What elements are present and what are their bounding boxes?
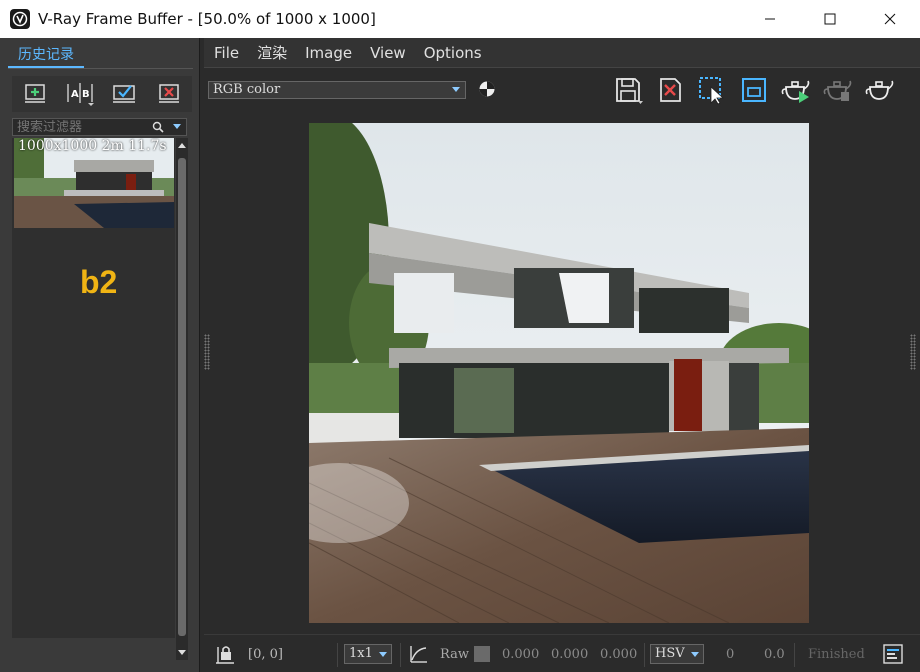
scroll-up-icon[interactable] <box>176 140 188 152</box>
save-image-button[interactable] <box>612 74 644 106</box>
separator <box>400 643 401 667</box>
frame-region-icon <box>742 78 766 102</box>
chevron-down-icon <box>690 652 699 657</box>
window-title: V-Ray Frame Buffer - [50.0% of 1000 x 10… <box>38 10 376 28</box>
history-toolbar: A B <box>12 76 192 112</box>
history-list: 1000x1000 2m 11.7s <box>12 138 175 638</box>
region-select-button[interactable] <box>696 74 728 106</box>
log-icon <box>883 644 903 664</box>
render-button[interactable] <box>780 74 812 106</box>
status-bar: [0, 0] 1x1 Raw 0.000 0.000 0.000 HSV 0 0… <box>204 634 920 672</box>
menu-render[interactable]: 渲染 <box>257 42 287 63</box>
menu-image[interactable]: Image <box>305 44 352 62</box>
ab-compare-button[interactable]: A B <box>65 79 95 109</box>
scroll-down-icon[interactable] <box>176 646 188 658</box>
menu-options[interactable]: Options <box>424 44 482 62</box>
history-panel: 历史记录 A B 搜索过滤器 1000x1000 2m 11.7s b2 <box>0 38 200 672</box>
sample-size-value: 1x1 <box>349 646 373 661</box>
s-value: 0.0 <box>764 646 785 662</box>
color-swatch <box>474 635 490 672</box>
left-panel-grip[interactable] <box>204 334 210 370</box>
save-icon <box>616 78 643 104</box>
separator <box>337 643 338 667</box>
title-bar: V-Ray Frame Buffer - [50.0% of 1000 x 10… <box>0 0 920 38</box>
remove-history-button[interactable] <box>154 79 184 109</box>
rendered-image <box>309 123 809 623</box>
channel-select-value: RGB color <box>213 82 281 97</box>
g-value: 0.000 <box>551 646 589 662</box>
close-icon <box>884 13 896 25</box>
load-history-button[interactable] <box>109 79 139 109</box>
r-value: 0.000 <box>502 646 540 662</box>
stop-render-button[interactable] <box>864 74 896 106</box>
filter-dropdown-icon[interactable] <box>172 123 182 131</box>
menu-file[interactable]: File <box>214 44 239 62</box>
save-to-history-button[interactable] <box>20 79 50 109</box>
ab-compare-icon: A B <box>67 83 94 106</box>
track-mouse-button[interactable] <box>738 74 770 106</box>
mono-mode-button[interactable] <box>478 80 496 98</box>
right-panel-grip[interactable] <box>910 334 916 370</box>
menu-bar: File 渲染 Image View Options <box>204 38 920 68</box>
maximize-icon <box>824 13 836 25</box>
color-space-select[interactable]: HSV <box>650 644 704 664</box>
separator <box>794 643 795 667</box>
delete-history-icon <box>158 84 179 103</box>
minimize-icon <box>765 18 775 20</box>
pixel-coords: [0, 0] <box>248 646 283 662</box>
maximize-button[interactable] <box>800 0 860 38</box>
log-button[interactable] <box>882 635 904 672</box>
history-item-label: 1000x1000 2m 11.7s <box>18 138 167 154</box>
interactive-render-button[interactable] <box>822 74 854 106</box>
render-preview <box>309 123 809 623</box>
lock-icon <box>216 646 234 664</box>
chevron-down-icon <box>452 87 460 92</box>
render-toolbar: RGB color <box>204 68 920 114</box>
clear-image-icon <box>660 78 681 102</box>
minimize-button[interactable] <box>740 0 800 38</box>
color-space-value: HSV <box>655 646 685 661</box>
render-status: Finished <box>808 646 865 662</box>
region-select-icon <box>699 77 725 105</box>
h-value: 0 <box>726 646 735 662</box>
history-filter-input[interactable] <box>13 119 143 135</box>
lock-coords-button[interactable] <box>214 635 236 672</box>
b-value: 0.000 <box>600 646 638 662</box>
vray-logo-icon <box>10 9 30 29</box>
render-actions <box>612 74 896 106</box>
channel-select[interactable]: RGB color <box>208 81 466 99</box>
mono-mode-icon <box>479 81 495 97</box>
sample-size-select[interactable]: 1x1 <box>344 644 392 664</box>
close-button[interactable] <box>860 0 920 38</box>
history-filter <box>12 118 187 136</box>
teapot-icon <box>865 80 894 100</box>
scroll-thumb[interactable] <box>178 158 186 636</box>
history-tab[interactable]: 历史记录 <box>8 42 84 68</box>
history-scrollbar[interactable] <box>176 138 188 660</box>
check-history-icon <box>113 85 136 103</box>
render-viewport[interactable] <box>204 114 916 634</box>
raw-label: Raw <box>440 646 469 662</box>
curve-icon <box>410 646 427 663</box>
history-item[interactable]: 1000x1000 2m 11.7s <box>14 138 174 228</box>
chevron-down-icon <box>378 652 387 657</box>
curve-button[interactable] <box>408 635 430 672</box>
interactive-teapot-icon <box>823 80 852 101</box>
svg-text:A: A <box>71 89 79 100</box>
overlay-badge: b2 <box>80 264 118 300</box>
separator <box>644 643 645 667</box>
svg-text:B: B <box>82 89 90 100</box>
clear-image-button[interactable] <box>654 74 686 106</box>
render-teapot-icon <box>781 80 810 103</box>
tab-divider <box>8 68 193 69</box>
search-icon[interactable] <box>152 121 164 133</box>
menu-view[interactable]: View <box>370 44 406 62</box>
add-history-icon <box>25 84 45 103</box>
